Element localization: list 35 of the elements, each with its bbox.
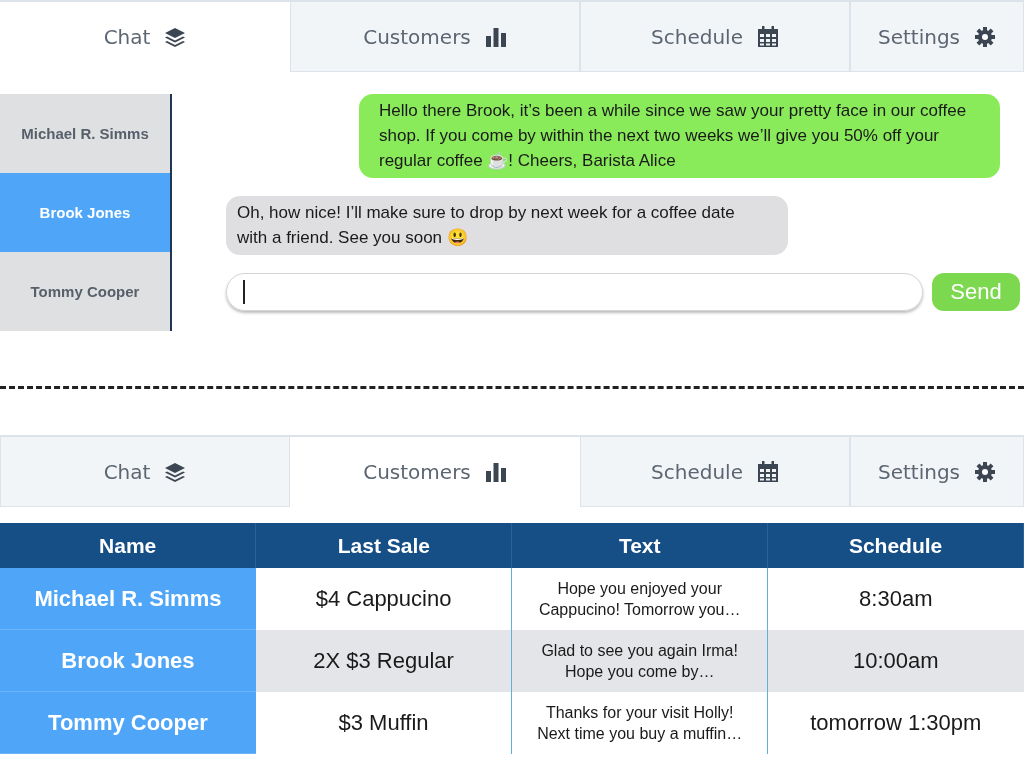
column-header: Text <box>511 523 768 568</box>
table-cell: 8:30am <box>767 568 1024 630</box>
calendar-icon <box>756 460 779 483</box>
table-cell: $4 Cappucino <box>255 568 512 630</box>
table-cell: Glad to see you again Irma! Hope you come by… <box>511 629 768 692</box>
column-header: Name <box>0 523 256 568</box>
table-cell: Brook Jones <box>0 629 256 692</box>
tab[interactable]: Chat <box>0 437 290 507</box>
bar-chart-icon <box>484 25 507 48</box>
contact-item[interactable]: Tommy Cooper <box>0 252 170 331</box>
tab[interactable]: Schedule <box>580 437 850 507</box>
table-cell: 10:00am <box>767 629 1024 692</box>
settings-icon <box>974 25 996 48</box>
table-cell: tomorrow 1:30pm <box>767 691 1024 754</box>
tab[interactable]: Settings <box>850 2 1024 72</box>
settings-icon <box>974 460 996 483</box>
table-cell: Hope you enjoyed your Cappucino! Tomorrow you… <box>511 568 768 630</box>
layers-icon <box>164 460 187 483</box>
message-bubble: Oh, how nice! I’ll make sure to drop by next week for a coffee date with a friend. See you soon 😃 <box>226 196 788 255</box>
table-cell: 2X $3 Regular <box>255 629 512 692</box>
table-cell: Thanks for your visit Holly! Next time you buy a muffin… <box>511 691 768 754</box>
table-cell: Michael R. Simms <box>0 568 256 630</box>
tab[interactable]: Schedule <box>580 2 850 72</box>
bar-chart-icon <box>484 461 507 483</box>
calendar-icon <box>756 25 779 48</box>
tab[interactable]: Customers <box>290 2 580 72</box>
table-cell: Tommy Cooper <box>0 691 256 754</box>
layers-icon <box>164 26 187 48</box>
contact-item[interactable]: Michael R. Simms <box>0 94 170 173</box>
column-header: Last Sale <box>255 523 512 568</box>
tab[interactable]: Settings <box>850 437 1024 507</box>
text-cursor <box>243 280 245 304</box>
message-bubble: Hello there Brook, it’s been a while since we saw your pretty face in our coffee shop. If you come by within the next two weeks we’ll give you 50% off your regular coffee ☕! Cheers, Barista Alice <box>359 94 1000 178</box>
column-header: Schedule <box>767 523 1024 568</box>
table-cell: $3 Muffin <box>255 691 512 754</box>
